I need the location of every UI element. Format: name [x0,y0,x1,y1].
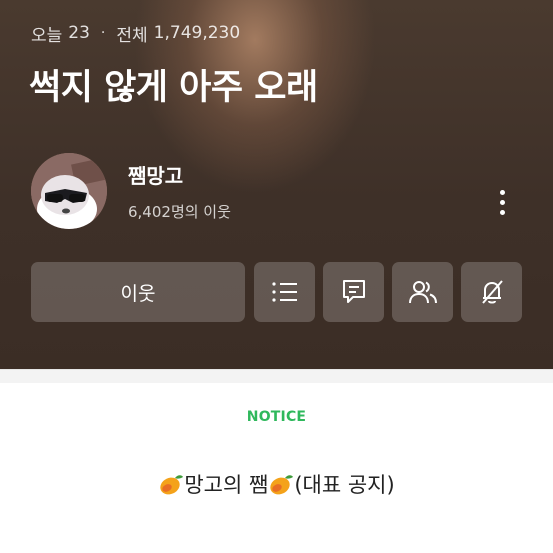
stats-separator: · [100,25,106,41]
notice-label: NOTICE [246,409,307,425]
mango-emoji-icon [160,475,184,495]
today-count: 23 [68,23,90,43]
neighbor-count[interactable]: 6,402명의 이웃 [128,201,231,222]
post-list-button[interactable] [254,262,315,322]
blog-title[interactable]: 썩지 않게 아주 오래 [29,59,318,110]
total-count: 1,749,230 [153,23,241,43]
notification-button[interactable] [461,262,522,322]
section-divider [0,369,553,383]
blogger-nickname[interactable]: 쨈망고 [128,160,183,189]
today-label: 오늘 [31,25,63,46]
guestbook-button[interactable] [323,262,384,322]
avatar-image [31,153,107,229]
buddies-icon [408,281,437,304]
avatar[interactable] [31,153,107,229]
guestbook-icon [342,280,365,303]
notice-title-text: 망고의 쨈 [184,473,269,497]
list-icon [271,282,297,302]
notification-off-icon [481,280,503,304]
more-options-icon[interactable] [490,185,514,219]
notice-post-title[interactable]: 망고의 쨈 (대표 공지) [0,469,553,499]
visitor-stats: 오늘 23 · 전체 1,749,230 [31,21,241,46]
mango-emoji-icon [270,475,294,495]
blog-header: 오늘 23 · 전체 1,749,230 썩지 않게 아주 오래 쨈망고 6,4… [0,0,553,369]
follow-button-label: 이웃 [120,282,156,305]
follow-button[interactable]: 이웃 [31,262,245,322]
notice-title-suffix: (대표 공지) [294,473,395,497]
total-label: 전체 [116,25,148,46]
buddies-button[interactable] [392,262,453,322]
